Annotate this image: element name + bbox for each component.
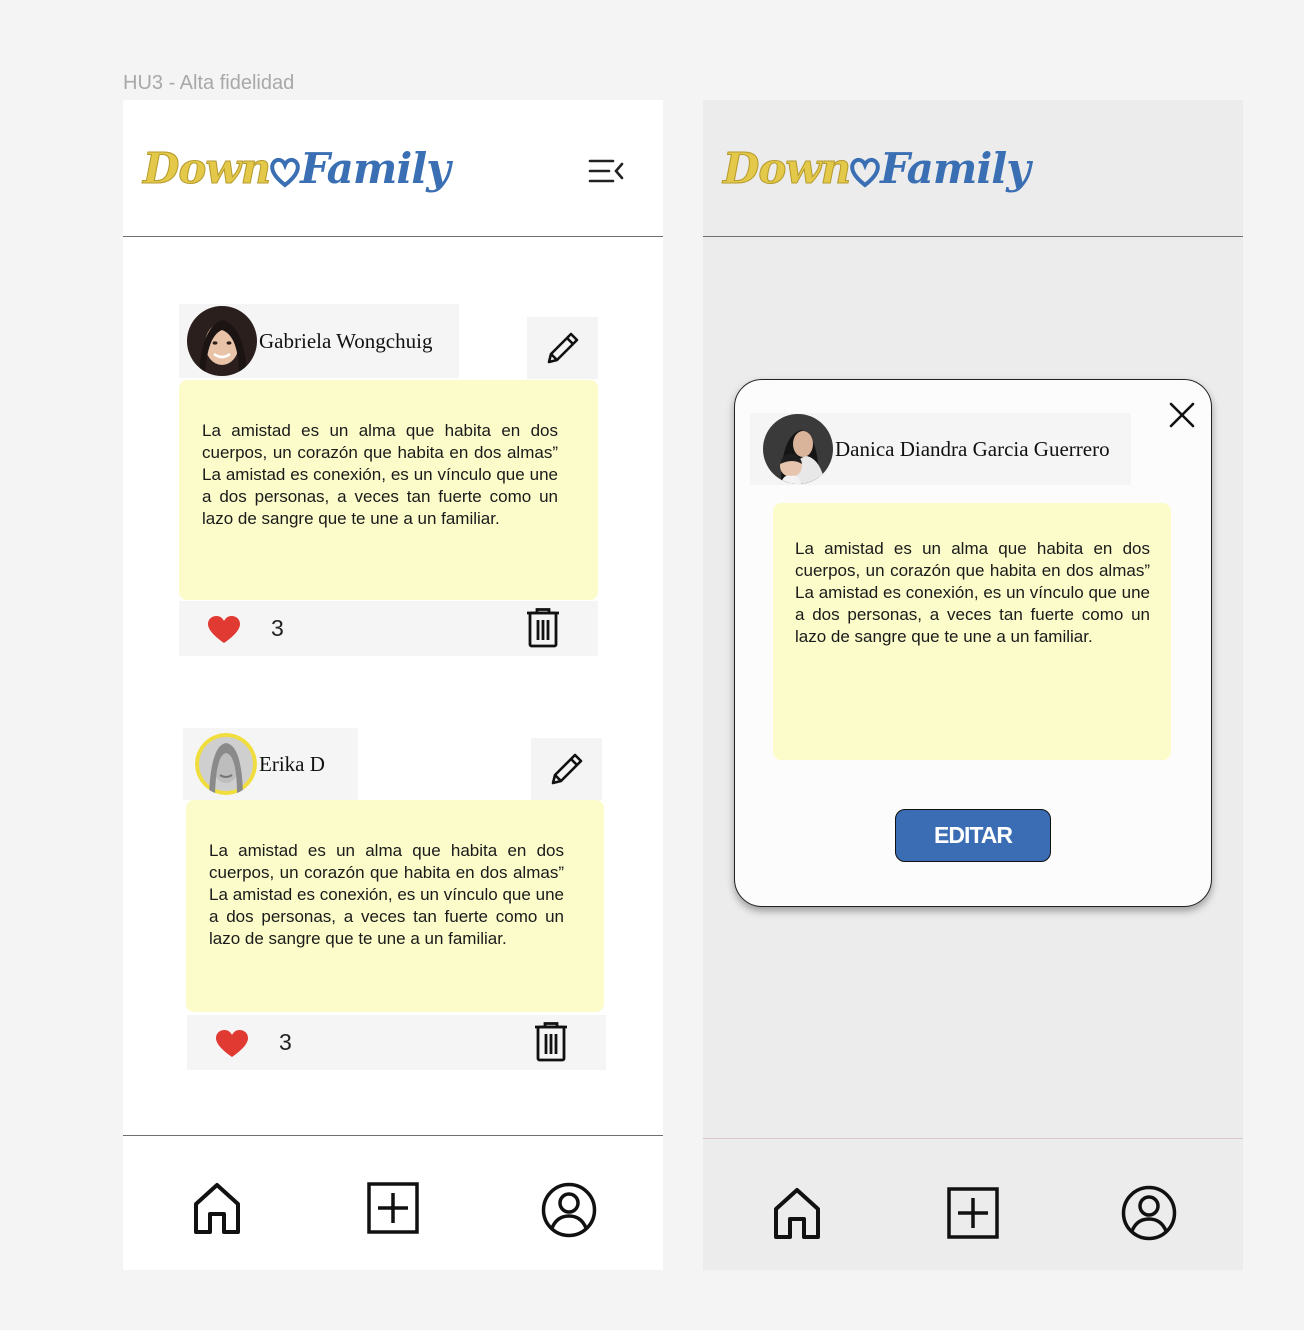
- bottom-nav: [703, 1138, 1243, 1270]
- post-card: Erika D La amistad es un alma que habita…: [183, 728, 606, 1070]
- pencil-icon: [547, 332, 578, 364]
- post-text[interactable]: La amistad es un alma que habita en dos …: [795, 538, 1150, 648]
- home-icon[interactable]: [773, 1187, 821, 1239]
- home-icon[interactable]: [193, 1182, 241, 1234]
- add-square-icon[interactable]: [367, 1182, 419, 1234]
- trash-icon[interactable]: [526, 608, 560, 648]
- post-card: Gabriela Wongchuig La amistad es un alma…: [179, 304, 599, 656]
- edit-post-button[interactable]: [527, 317, 598, 379]
- avatar: [187, 306, 257, 376]
- app-header: Down Family: [703, 100, 1243, 237]
- canvas-frame-title: HU3 - Alta fidelidad: [123, 72, 295, 94]
- app-logo: Down Family: [142, 144, 450, 194]
- post-text-editor[interactable]: La amistad es un alma que habita en dos …: [773, 503, 1171, 760]
- edit-post-button[interactable]: [531, 738, 602, 800]
- app-header: Down Family: [123, 100, 663, 237]
- heart-icon[interactable]: [215, 1030, 249, 1058]
- post-text-card: La amistad es un alma que habita en dos …: [186, 800, 604, 1012]
- logo-word-down: Down: [722, 144, 851, 194]
- post-actions: 3: [187, 1015, 606, 1070]
- post-author: Erika D: [183, 728, 358, 800]
- logo-heart-icon: [850, 157, 880, 188]
- add-square-icon[interactable]: [947, 1187, 999, 1239]
- post-text: La amistad es un alma que habita en dos …: [202, 421, 558, 528]
- logo-word-family: Family: [300, 144, 450, 193]
- logo-heart-icon: [270, 157, 300, 188]
- edit-post-modal: Danica Diandra Garcia Guerrero La amista…: [734, 379, 1212, 907]
- avatar: [195, 733, 257, 795]
- post-author: Danica Diandra Garcia Guerrero: [750, 413, 1131, 485]
- close-icon[interactable]: [1167, 400, 1197, 430]
- like-count: 3: [279, 1029, 292, 1055]
- trash-icon[interactable]: [534, 1022, 568, 1062]
- avatar: [763, 414, 833, 484]
- edit-submit-button[interactable]: EDITAR: [895, 809, 1051, 862]
- author-name[interactable]: Erika D: [259, 752, 325, 777]
- user-circle-icon[interactable]: [1121, 1185, 1177, 1241]
- author-name[interactable]: Danica Diandra Garcia Guerrero: [835, 437, 1110, 462]
- menu-collapse-icon[interactable]: [587, 156, 625, 186]
- feed-screen: Down Family Gabriela Wongchuig La amistad…: [123, 100, 663, 1270]
- post-actions: 3: [179, 601, 598, 656]
- heart-icon[interactable]: [207, 616, 241, 644]
- post-text-card: La amistad es un alma que habita en dos …: [179, 380, 598, 600]
- logo-word-family: Family: [880, 144, 1030, 193]
- post-text: La amistad es un alma que habita en dos …: [209, 841, 564, 948]
- bottom-nav: [123, 1135, 663, 1270]
- user-circle-icon[interactable]: [541, 1182, 597, 1238]
- pencil-icon: [551, 753, 582, 785]
- edit-post-screen: Down Family Danica Diandra Garcia Guerrer…: [703, 100, 1243, 1270]
- like-count: 3: [271, 615, 284, 641]
- logo-word-down: Down: [142, 144, 271, 194]
- author-name[interactable]: Gabriela Wongchuig: [259, 329, 432, 354]
- post-author: Gabriela Wongchuig: [179, 304, 459, 378]
- app-logo: Down Family: [722, 144, 1030, 194]
